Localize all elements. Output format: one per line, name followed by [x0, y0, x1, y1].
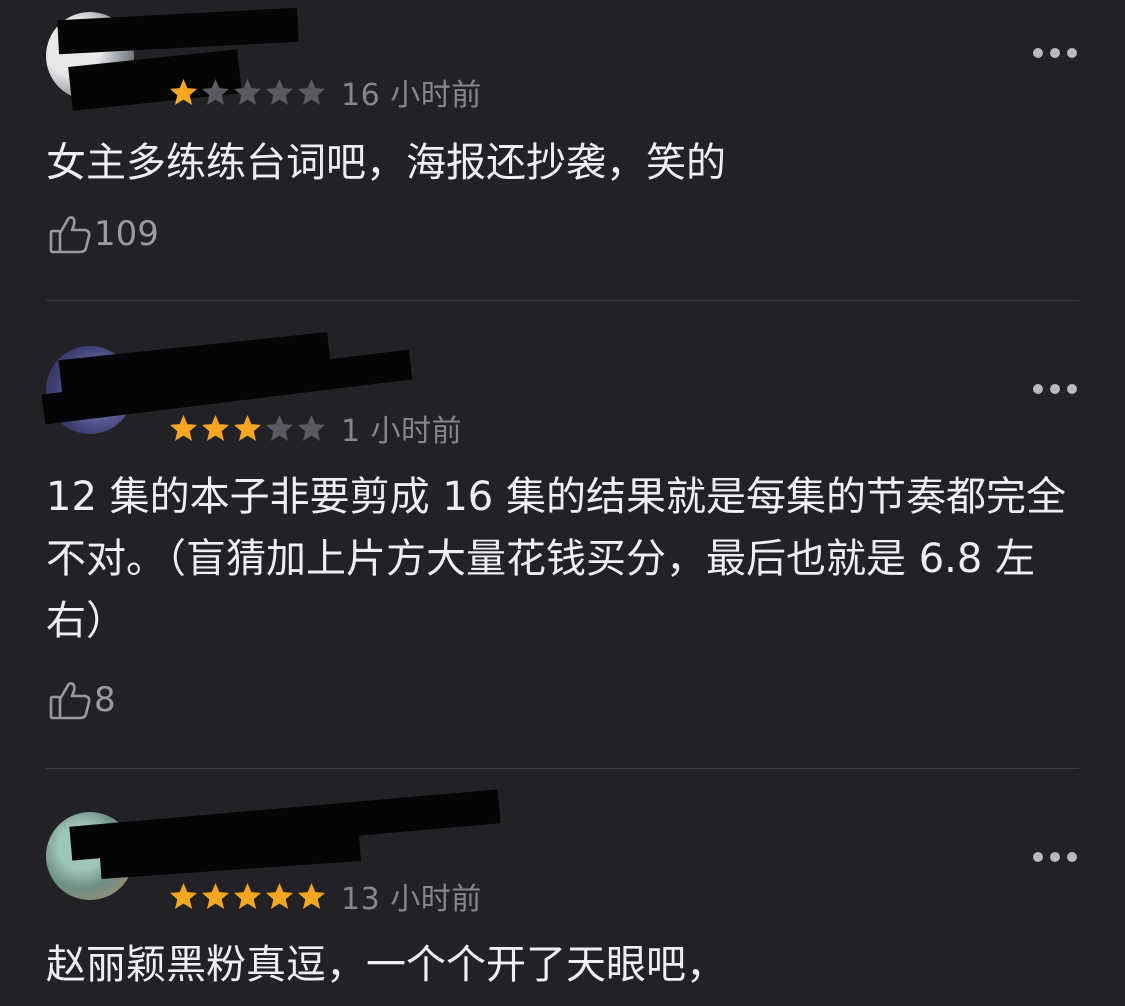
- star-filled-icon: [169, 78, 198, 105]
- like-count: 109: [94, 214, 159, 254]
- star-empty-icon: [265, 78, 294, 105]
- star-filled-icon: [169, 882, 198, 909]
- review-text: 赵丽颖黑粉真逗，一个个开了天眼吧，: [46, 942, 726, 988]
- star-filled-icon: [297, 882, 326, 909]
- star-rating: [168, 77, 327, 108]
- review-meta: 16 小时前: [168, 72, 482, 113]
- star-filled-icon: [201, 414, 230, 441]
- more-dots-icon[interactable]: [1033, 382, 1077, 396]
- review-text: 12 集的本子非要剪成 16 集的结果就是每集的节奏都完全不对。（盲猜加上片方大…: [46, 474, 1066, 644]
- star-empty-icon: [297, 78, 326, 105]
- star-empty-icon: [297, 414, 326, 441]
- review-time: 16 小时前: [341, 78, 482, 113]
- more-dots-icon[interactable]: [1033, 46, 1077, 60]
- review-meta: 13 小时前: [168, 876, 482, 917]
- star-empty-icon: [201, 78, 230, 105]
- star-filled-icon: [201, 882, 230, 909]
- star-rating: [168, 881, 327, 912]
- more-dots-icon[interactable]: [1033, 850, 1077, 864]
- review-time: 13 小时前: [341, 882, 482, 917]
- divider: [46, 300, 1079, 301]
- like-count: 8: [94, 680, 116, 720]
- star-empty-icon: [233, 78, 262, 105]
- thumbs-up-icon: [49, 682, 91, 720]
- star-filled-icon: [233, 414, 262, 441]
- like-button[interactable]: 8: [48, 678, 116, 722]
- star-empty-icon: [265, 414, 294, 441]
- review-meta: 1 小时前: [168, 408, 463, 449]
- star-filled-icon: [265, 882, 294, 909]
- star-rating: [168, 413, 327, 444]
- review-time: 1 小时前: [341, 414, 463, 449]
- star-filled-icon: [169, 414, 198, 441]
- divider: [46, 768, 1079, 769]
- review-text: 女主多练练台词吧，海报还抄袭，笑的: [46, 140, 726, 186]
- thumbs-up-icon: [49, 216, 91, 254]
- like-button[interactable]: 109: [48, 212, 159, 256]
- star-filled-icon: [233, 882, 262, 909]
